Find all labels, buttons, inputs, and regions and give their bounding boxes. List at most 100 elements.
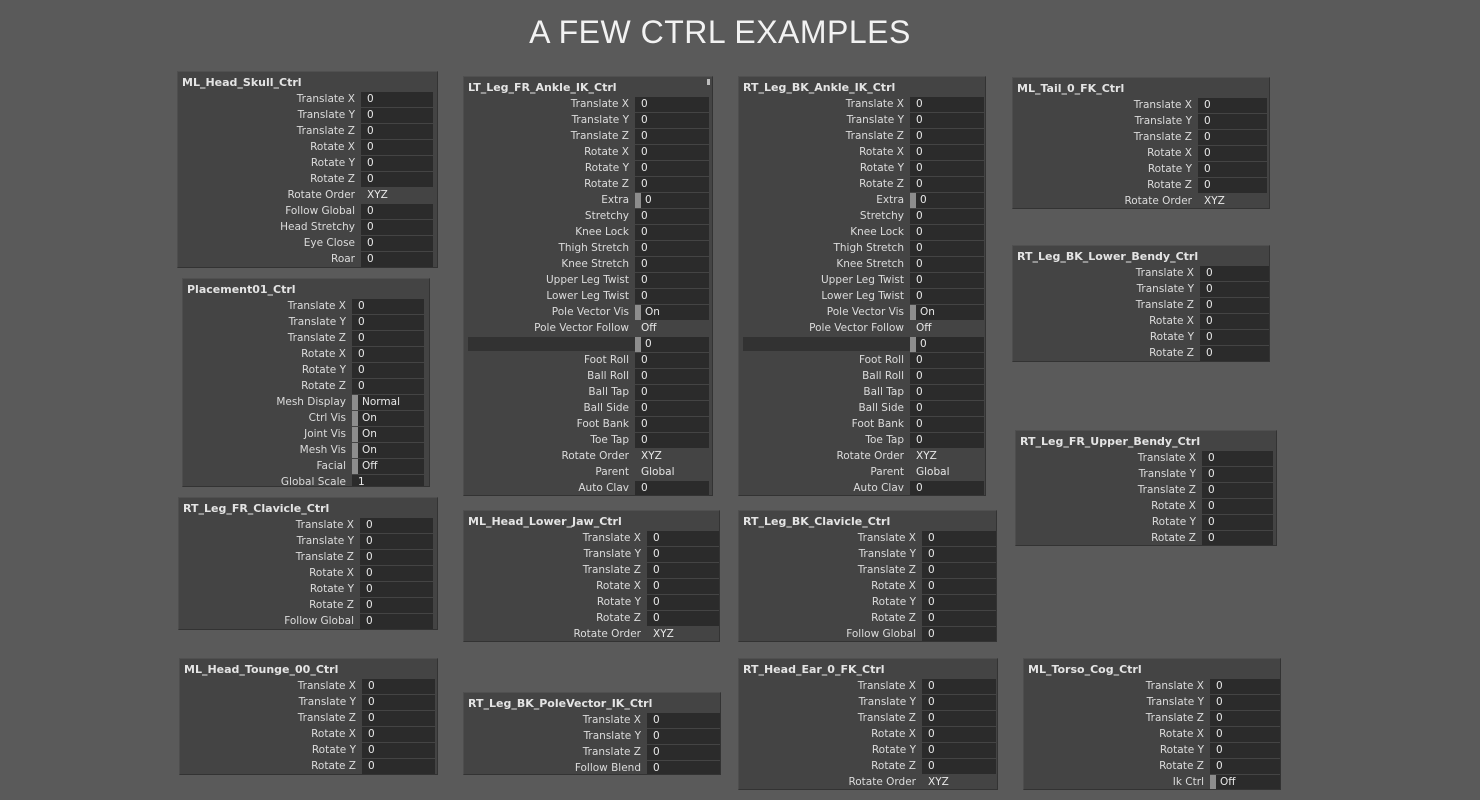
attr-value-field[interactable]: 0 — [1198, 178, 1267, 193]
attr-dropdown[interactable]: XYZ — [1198, 194, 1267, 208]
attr-value-field[interactable]: 0 — [635, 161, 709, 176]
attr-value-field[interactable]: 0 — [1198, 114, 1267, 129]
attr-value-field[interactable]: 0 — [352, 331, 424, 346]
attr-dropdown[interactable]: Off — [910, 321, 984, 336]
attr-value-field[interactable]: 0 — [647, 611, 719, 626]
attr-value-field[interactable]: 0 — [362, 727, 435, 742]
attr-dropdown[interactable]: Off — [635, 321, 709, 336]
attr-value-field[interactable]: 0 — [360, 598, 433, 613]
attr-value-field[interactable]: 0 — [362, 743, 435, 758]
attr-value-field[interactable]: 0 — [910, 145, 984, 160]
attr-value-field[interactable]: 0 — [635, 401, 709, 416]
attr-value-field[interactable]: 0 — [922, 547, 996, 562]
attr-value-field[interactable]: 0 — [1210, 759, 1280, 774]
attr-value-field[interactable]: 0 — [635, 177, 709, 192]
attr-value-field[interactable]: 0 — [635, 145, 709, 160]
attr-value-field[interactable]: 0 — [910, 209, 984, 224]
attr-dropdown[interactable]: XYZ — [361, 188, 433, 203]
attr-value-field[interactable]: 0 — [352, 379, 424, 394]
attr-value-field[interactable]: 0 — [922, 679, 996, 694]
attr-toggle-field[interactable]: On — [352, 411, 424, 426]
attr-value-field[interactable]: 0 — [1210, 711, 1280, 726]
attr-value-field[interactable]: 0 — [352, 347, 424, 362]
attr-value-field[interactable]: 0 — [360, 518, 433, 533]
attr-value-field[interactable]: 0 — [922, 611, 996, 626]
attr-value-field[interactable]: 0 — [910, 385, 984, 400]
attr-value-field[interactable]: 0 — [647, 595, 719, 610]
attr-toggle-field[interactable]: On — [352, 443, 424, 458]
attr-value-field[interactable]: 0 — [1200, 266, 1269, 281]
attr-toggle-field[interactable]: Off — [1210, 775, 1280, 789]
attr-value-field[interactable]: 0 — [910, 401, 984, 416]
attr-value-field[interactable]: 0 — [922, 595, 996, 610]
attr-toggle-field[interactable]: On — [635, 305, 709, 320]
attr-value-field[interactable]: 0 — [647, 563, 719, 578]
attr-value-field[interactable]: 0 — [635, 129, 709, 144]
attr-dropdown[interactable]: XYZ — [922, 775, 996, 789]
attr-value-field[interactable]: 0 — [361, 236, 433, 251]
attr-value-field[interactable]: 0 — [635, 225, 709, 240]
attr-value-field[interactable]: 0 — [361, 204, 433, 219]
attr-value-field[interactable]: 0 — [910, 481, 984, 495]
attr-value-field[interactable]: 0 — [1202, 531, 1273, 545]
attr-value-field[interactable]: 0 — [635, 113, 709, 128]
attr-value-field[interactable]: 0 — [910, 433, 984, 448]
attr-value-field[interactable]: 0 — [910, 177, 984, 192]
attr-value-field[interactable]: 0 — [910, 273, 984, 288]
attr-value-field[interactable]: 0 — [1202, 451, 1273, 466]
attr-value-field[interactable]: 0 — [635, 257, 709, 272]
attr-value-field[interactable]: 0 — [1202, 499, 1273, 514]
attr-value-field[interactable]: 0 — [922, 627, 996, 641]
attr-value-field[interactable]: 0 — [635, 209, 709, 224]
attr-value-field[interactable]: 0 — [910, 417, 984, 432]
attr-dropdown[interactable]: XYZ — [635, 449, 709, 464]
resize-handle-icon[interactable] — [707, 79, 710, 85]
attr-value-field[interactable]: 0 — [910, 225, 984, 240]
attr-value-field[interactable]: 0 — [1202, 515, 1273, 530]
attr-toggle-field[interactable]: On — [352, 427, 424, 442]
attr-value-field[interactable]: 0 — [647, 729, 720, 744]
attr-value-field[interactable]: 0 — [360, 566, 433, 581]
attr-value-field[interactable]: 0 — [362, 759, 435, 774]
attr-value-field[interactable]: 0 — [1210, 695, 1280, 710]
attr-value-field[interactable]: 0 — [910, 129, 984, 144]
attr-value-field[interactable]: 0 — [922, 695, 996, 710]
attr-value-field[interactable]: 0 — [1198, 162, 1267, 177]
attr-value-field[interactable]: 0 — [1210, 743, 1280, 758]
attr-value-field[interactable]: 0 — [1210, 679, 1280, 694]
attr-value-field[interactable]: 0 — [361, 156, 433, 171]
attr-value-field[interactable]: 0 — [360, 582, 433, 597]
attr-value-field[interactable]: 0 — [352, 299, 424, 314]
attr-value-field[interactable]: 0 — [635, 417, 709, 432]
attr-value-field[interactable]: 0 — [635, 385, 709, 400]
attr-value-field[interactable]: 0 — [647, 531, 719, 546]
attr-value-field[interactable]: 0 — [910, 241, 984, 256]
attr-value-field[interactable]: 0 — [1198, 146, 1267, 161]
attr-dropdown[interactable]: Global — [910, 465, 984, 480]
attr-value-field[interactable]: 0 — [1202, 467, 1273, 482]
attr-value-field[interactable]: 0 — [922, 743, 996, 758]
attr-value-field[interactable]: 0 — [910, 97, 984, 112]
attr-value-field[interactable]: 0 — [361, 252, 433, 267]
attr-value-field[interactable]: 0 — [361, 140, 433, 155]
attr-value-field[interactable]: 0 — [922, 711, 996, 726]
attr-value-field[interactable]: 0 — [922, 759, 996, 774]
attr-value-field[interactable]: 0 — [361, 108, 433, 123]
attr-value-field[interactable]: 0 — [360, 550, 433, 565]
attr-value-field[interactable]: 0 — [1210, 727, 1280, 742]
attr-value-field[interactable]: 0 — [1200, 314, 1269, 329]
attr-value-field[interactable]: 0 — [647, 547, 719, 562]
attr-value-field[interactable]: 0 — [361, 92, 433, 107]
attr-value-field[interactable]: 0 — [635, 337, 709, 352]
attr-value-field[interactable]: 0 — [361, 220, 433, 235]
attr-value-field[interactable]: 0 — [362, 711, 435, 726]
attr-value-field[interactable]: 0 — [362, 695, 435, 710]
attr-value-field[interactable]: 0 — [910, 113, 984, 128]
attr-value-field[interactable]: 0 — [352, 363, 424, 378]
attr-value-field[interactable]: 0 — [647, 745, 720, 760]
attr-value-field[interactable]: 0 — [361, 172, 433, 187]
attr-value-field[interactable]: 0 — [1200, 298, 1269, 313]
attr-value-field[interactable]: 0 — [910, 257, 984, 272]
attr-value-field[interactable]: 0 — [910, 289, 984, 304]
attr-value-field[interactable]: 0 — [635, 433, 709, 448]
